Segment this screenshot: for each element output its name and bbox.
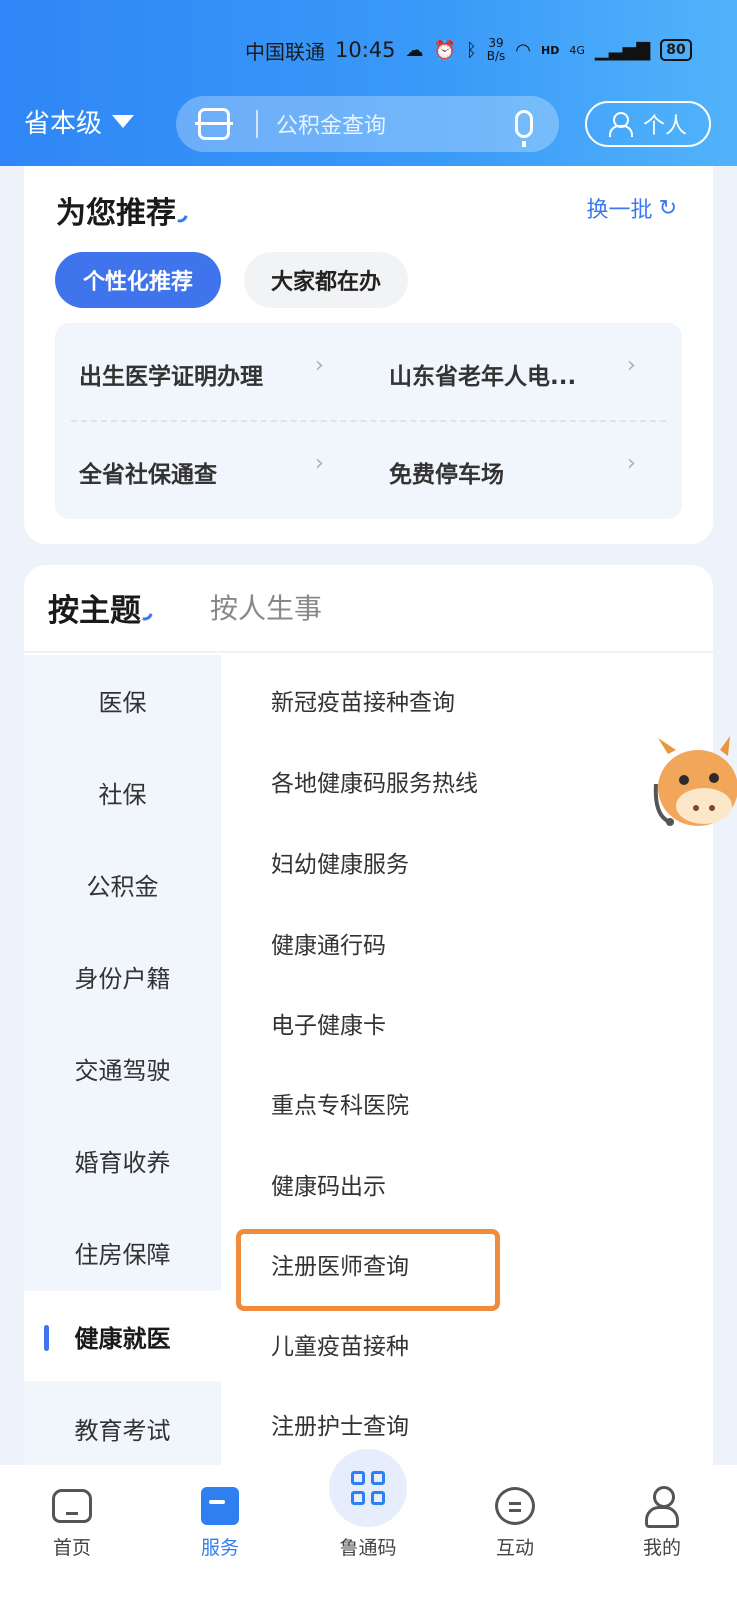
nav-lutongma[interactable]: 鲁通码 xyxy=(313,1483,423,1560)
bluetooth-icon: ᛒ xyxy=(465,39,477,61)
nav-service[interactable]: 服务 xyxy=(165,1483,275,1560)
tab-by-theme-label: 按主题 xyxy=(48,593,141,629)
region-label: 省本级 xyxy=(24,109,103,139)
battery-indicator: 80 xyxy=(660,39,692,61)
mascot-assistant-icon[interactable] xyxy=(650,736,737,836)
nav-interaction-label: 互动 xyxy=(495,1537,534,1559)
personal-switch-button[interactable]: 个人 xyxy=(585,101,711,147)
weather-icon: ☁ xyxy=(405,39,424,61)
category-item[interactable]: 公积金 xyxy=(24,839,221,929)
nav-lutongma-label: 鲁通码 xyxy=(339,1537,397,1559)
service-item[interactable]: 妇幼健康服务 xyxy=(271,845,409,879)
alarm-icon: ⏰ xyxy=(433,39,456,61)
category-item[interactable]: 婚育收养 xyxy=(24,1115,221,1205)
signal-type: 4G xyxy=(569,43,585,57)
wifi-icon: ◠ xyxy=(515,39,532,61)
service-icon xyxy=(201,1487,239,1525)
tab-personalized[interactable]: 个性化推荐 xyxy=(55,252,221,308)
service-item[interactable]: 健康码出示 xyxy=(271,1167,386,1201)
recommend-title: 为您推荐 xyxy=(56,188,188,232)
tab-popular[interactable]: 大家都在办 xyxy=(244,252,408,308)
microphone-icon[interactable] xyxy=(515,110,533,147)
personal-label: 个人 xyxy=(642,114,687,139)
search-input[interactable]: 公积金查询 xyxy=(276,108,515,140)
signal-icon: ▁▃▅▇ xyxy=(594,39,651,61)
category-item[interactable]: 教育考试 xyxy=(24,1383,221,1465)
nav-me[interactable]: 我的 xyxy=(607,1483,717,1560)
service-item[interactable]: 电子健康卡 xyxy=(271,1006,386,1040)
chevron-down-icon xyxy=(112,115,135,128)
nav-service-label: 服务 xyxy=(200,1537,239,1559)
category-item[interactable]: 身份户籍 xyxy=(24,931,221,1021)
refresh-icon: ↻ xyxy=(658,195,677,221)
recommend-title-text: 为您推荐 xyxy=(56,196,176,231)
chevron-right-icon: › xyxy=(627,451,636,476)
category-sidebar: 医保 社保 公积金 身份户籍 交通驾驶 婚育收养 住房保障 健康就医 教育考试 xyxy=(24,655,221,1465)
service-item[interactable]: 注册护士查询 xyxy=(271,1407,409,1441)
network-speed-value: 39 xyxy=(488,36,504,50)
tab-by-theme[interactable]: 按主题 xyxy=(48,585,153,630)
service-item[interactable]: 各地健康码服务热线 xyxy=(271,764,478,798)
recommend-item[interactable]: 山东省老年人电... xyxy=(389,357,576,391)
tab-by-life-event[interactable]: 按人生事 xyxy=(210,587,322,627)
user-icon xyxy=(645,1486,679,1528)
chevron-right-icon: › xyxy=(627,353,636,378)
user-icon xyxy=(608,112,633,137)
carrier-name: 中国联通 xyxy=(245,39,325,64)
search-divider xyxy=(256,110,258,138)
recommend-item[interactable]: 全省社保通查 xyxy=(79,455,217,489)
region-selector[interactable]: 省本级 xyxy=(24,103,135,140)
title-accent-icon xyxy=(177,214,188,224)
service-item[interactable]: 健康通行码 xyxy=(271,926,386,960)
chat-icon xyxy=(495,1487,535,1525)
status-bar: 中国联通 10:45 ☁ ⏰ ᛒ 39 B/s ◠ HD 4G ▁▃▅▇ 80 xyxy=(245,30,692,70)
recommend-item[interactable]: 出生医学证明办理 xyxy=(79,357,263,391)
grid-divider xyxy=(71,420,666,422)
category-item[interactable]: 住房保障 xyxy=(24,1207,221,1297)
category-item[interactable]: 社保 xyxy=(24,747,221,837)
nav-home-label: 首页 xyxy=(52,1537,91,1559)
recommend-card: 为您推荐 换一批 ↻ 个性化推荐 大家都在办 出生医学证明办理 › 山东省老年人… xyxy=(24,166,713,544)
title-accent-icon xyxy=(142,612,153,622)
highlight-annotation-box xyxy=(236,1229,500,1311)
chevron-right-icon: › xyxy=(315,451,324,476)
service-item[interactable]: 儿童疫苗接种 xyxy=(271,1327,409,1361)
home-icon xyxy=(52,1489,92,1523)
nav-interaction[interactable]: 互动 xyxy=(460,1483,570,1560)
nav-home[interactable]: 首页 xyxy=(17,1483,127,1560)
search-bar[interactable]: 公积金查询 xyxy=(176,96,559,152)
service-item[interactable]: 新冠疫苗接种查询 xyxy=(271,683,455,717)
category-item[interactable]: 交通驾驶 xyxy=(24,1023,221,1113)
status-time: 10:45 xyxy=(335,38,396,62)
category-item-active[interactable]: 健康就医 xyxy=(24,1291,221,1381)
nav-me-label: 我的 xyxy=(642,1537,681,1559)
refresh-button[interactable]: 换一批 ↻ xyxy=(587,192,677,224)
recommend-item[interactable]: 免费停车场 xyxy=(389,455,504,489)
scan-icon[interactable] xyxy=(195,108,233,140)
recommend-grid: 出生医学证明办理 › 山东省老年人电... › 全省社保通查 › 免费停车场 › xyxy=(55,323,682,519)
hd-icon: HD xyxy=(541,43,560,57)
bottom-navigation: 首页 服务 鲁通码 互动 我的 xyxy=(0,1449,737,1600)
refresh-label: 换一批 xyxy=(586,198,653,223)
header: 中国联通 10:45 ☁ ⏰ ᛒ 39 B/s ◠ HD 4G ▁▃▅▇ 80 … xyxy=(0,0,737,166)
theme-tab-bar: 按主题 按人生事 xyxy=(24,565,713,653)
category-item[interactable]: 医保 xyxy=(24,655,221,745)
chevron-right-icon: › xyxy=(315,353,324,378)
network-speed: 39 B/s xyxy=(487,37,506,63)
network-speed-unit: B/s xyxy=(486,49,506,63)
theme-card: 按主题 按人生事 医保 社保 公积金 身份户籍 交通驾驶 婚育收养 住房保障 健… xyxy=(24,565,713,1465)
service-item[interactable]: 重点专科医院 xyxy=(271,1086,409,1120)
